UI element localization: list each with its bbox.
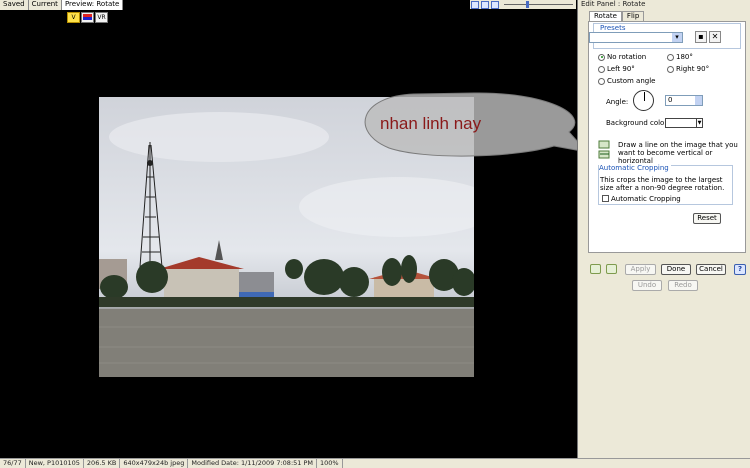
status-modified-date: Modified Date: 1/11/2009 7:08:51 PM (188, 459, 317, 468)
radio-label: 180° (676, 53, 693, 61)
radio-left-90[interactable]: Left 90° (598, 65, 635, 73)
zoom-slider[interactable] (504, 1, 573, 8)
fit-icon[interactable] (471, 0, 479, 9)
radio-no-rotation[interactable]: No rotation (598, 53, 646, 61)
bg-color-picker[interactable]: ▼ (665, 118, 703, 128)
cancel-button[interactable]: Cancel (696, 264, 726, 275)
bg-color-label: Background color: (606, 119, 670, 127)
straighten-line-icon[interactable] (598, 140, 611, 160)
zoom-slider-thumb[interactable] (526, 1, 529, 8)
chevron-down-icon[interactable]: ▼ (696, 119, 702, 127)
rotate-right-icon[interactable] (606, 264, 617, 274)
chevron-down-icon[interactable]: ▾ (672, 33, 682, 42)
done-button[interactable]: Done (661, 264, 691, 275)
tab-flip[interactable]: Flip (621, 11, 645, 21)
save-preset-icon[interactable]: ▪ (695, 31, 707, 43)
zoom-out-icon[interactable] (491, 0, 499, 9)
status-zoom: 100% (317, 459, 343, 468)
radio-dot[interactable] (598, 65, 605, 73)
radio-custom-angle[interactable]: Custom angle (598, 77, 655, 85)
auto-crop-title: Automatic Cropping (599, 164, 671, 172)
flag-icon[interactable] (81, 12, 94, 23)
auto-crop-checkbox[interactable] (602, 195, 609, 202)
radio-dot[interactable] (598, 53, 605, 61)
status-dimensions: 640x479x24b jpeg (120, 459, 189, 468)
radio-180[interactable]: 180° (667, 53, 693, 61)
radio-label: Left 90° (607, 65, 635, 73)
view-tabs: Saved Current Preview: Rotate (0, 0, 124, 10)
presets-select[interactable]: ▾ (589, 32, 683, 43)
zoom-toolbar (470, 0, 576, 9)
redo-button[interactable]: Redo (668, 280, 698, 291)
overlay-toolbar: V VR (67, 12, 108, 23)
angle-label: Angle: (606, 98, 629, 106)
angle-value: 0 (668, 96, 673, 104)
help-icon[interactable]: ? (734, 264, 746, 275)
line-hint: Draw a line on the image that you want t… (618, 141, 738, 165)
auto-crop-description: This crops the image to the largest size… (600, 176, 725, 192)
panel-tabs: Rotate Flip (589, 11, 645, 21)
tab-preview-rotate[interactable]: Preview: Rotate (61, 0, 124, 10)
vertical-guide-button[interactable]: V (67, 12, 80, 23)
delete-preset-icon[interactable]: ✕ (709, 31, 721, 43)
tab-saved[interactable]: Saved (0, 0, 29, 10)
actual-size-icon[interactable] (481, 0, 489, 9)
presets-label: Presets (599, 24, 627, 32)
apply-button[interactable]: Apply (625, 264, 656, 275)
status-filesize: 206.5 KB (84, 459, 121, 468)
balloon-text: nhan linh nay (380, 114, 482, 133)
auto-crop-checkbox-label[interactable]: Automatic Cropping (611, 195, 681, 203)
status-bar: 76/77 New, P1010105 206.5 KB 640x479x24b… (0, 458, 750, 468)
panel-title: Edit Panel : Rotate (581, 0, 646, 8)
tab-rotate[interactable]: Rotate (589, 11, 622, 21)
status-filename: New, P1010105 (26, 459, 84, 468)
radio-dot[interactable] (667, 53, 674, 61)
reset-button[interactable]: Reset (693, 213, 721, 224)
tab-current[interactable]: Current (28, 0, 62, 10)
undo-button[interactable]: Undo (632, 280, 662, 291)
angle-dial[interactable] (633, 90, 654, 111)
radio-label: Custom angle (607, 77, 656, 85)
radio-dot[interactable] (598, 77, 605, 85)
radio-label: Right 90° (676, 65, 710, 73)
rotate-left-icon[interactable] (590, 264, 601, 274)
status-position: 76/77 (0, 459, 26, 468)
radio-dot[interactable] (667, 65, 674, 73)
radio-right-90[interactable]: Right 90° (667, 65, 709, 73)
vr-button[interactable]: VR (95, 12, 108, 23)
angle-input[interactable]: 0 (665, 95, 703, 106)
radio-label: No rotation (607, 53, 647, 61)
spin-down-icon[interactable] (695, 101, 702, 105)
